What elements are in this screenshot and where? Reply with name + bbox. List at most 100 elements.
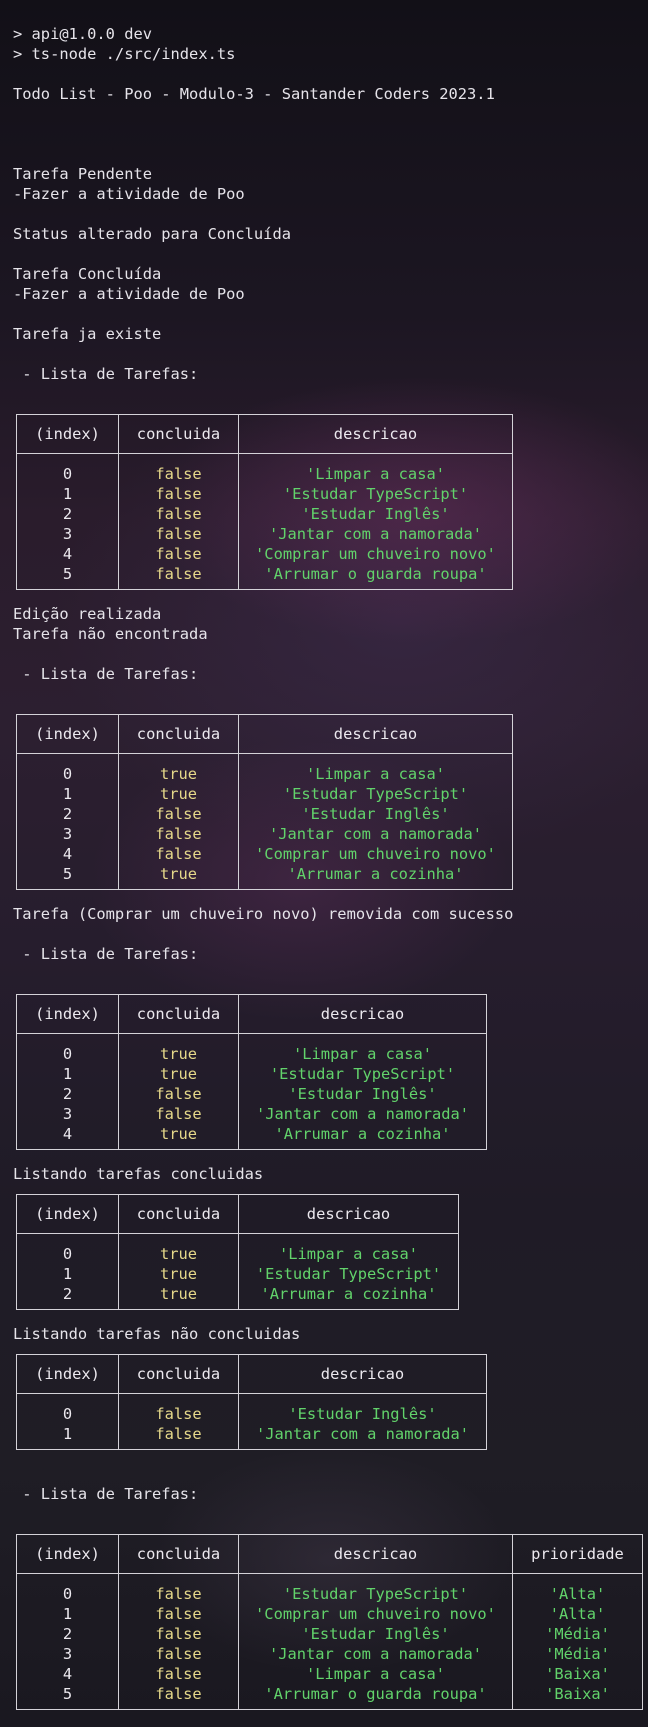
task-list-heading: - Lista de Tarefas: (13, 365, 199, 383)
priority-task-table: (index) concluida descricao prioridade 0 fals… (16, 1534, 643, 1710)
table-row: 1 true 'Estudar TypeScript' (17, 784, 513, 804)
cell-concluida: false (118, 1644, 239, 1664)
cell-descricao: 'Estudar Inglês' (238, 504, 513, 524)
cell-index: 2 (62, 505, 73, 523)
table-header-row: (index) concluida descricao (16, 1354, 487, 1394)
completed-task-table: (index) concluida descricao 0 true 'Limpar a … (16, 1194, 459, 1310)
cell-concluida: false (118, 504, 239, 524)
message-task-not-found: Tarefa não encontrada (13, 625, 208, 643)
cell-descricao: 'Comprar um chuveiro novo' (238, 544, 513, 564)
task-list-heading: - Lista de Tarefas: (13, 665, 199, 683)
cell-index: 1 (62, 1425, 73, 1443)
message-listing-pending: Listando tarefas não concluidas (13, 1325, 301, 1343)
table-row: 4 true 'Arrumar a cozinha' (17, 1124, 487, 1150)
column-header-index: (index) (16, 1354, 119, 1394)
cell-index: 1 (62, 485, 73, 503)
cell-index: 0 (62, 1045, 73, 1063)
cell-descricao: 'Arrumar a cozinha' (238, 864, 513, 890)
cell-concluida: true (118, 864, 239, 890)
cell-prioridade: 'Baixa' (512, 1664, 643, 1684)
table-row: 2 false 'Estudar Inglês' 'Média' (17, 1624, 643, 1644)
column-header-prioridade: prioridade (512, 1534, 643, 1574)
cell-descricao: 'Comprar um chuveiro novo' (238, 1604, 513, 1624)
cell-descricao: 'Limpar a casa' (238, 1233, 459, 1264)
cell-index: 1 (62, 785, 73, 803)
task-table: (index) concluida descricao 0 false 'Limpar a… (16, 414, 513, 590)
table-row: 4 false 'Limpar a casa' 'Baixa' (17, 1664, 643, 1684)
cell-concluida: false (118, 824, 239, 844)
cell-descricao: 'Estudar TypeScript' (238, 484, 513, 504)
table-row: 2 false 'Estudar Inglês' (17, 1084, 487, 1104)
task-list-heading: - Lista de Tarefas: (13, 945, 199, 963)
table-header-row: (index) concluida descricao prioridade (16, 1534, 643, 1574)
cell-index: 0 (62, 1585, 73, 1603)
cell-index: 4 (62, 1665, 73, 1683)
cell-descricao: 'Jantar com a namorada' (238, 1424, 487, 1450)
cell-index: 0 (62, 1405, 73, 1423)
table-row: 4 false 'Comprar um chuveiro novo' (17, 844, 513, 864)
message-listing-completed: Listando tarefas concluidas (13, 1165, 264, 1183)
column-header-descricao: descricao (238, 714, 513, 754)
cell-index: 5 (62, 1685, 73, 1703)
column-header-index: (index) (16, 1194, 119, 1234)
table-row: 0 true 'Limpar a casa' (17, 1233, 459, 1264)
table-row: 1 true 'Estudar TypeScript' (17, 1064, 487, 1084)
cell-index: 4 (62, 545, 73, 563)
message-edit-done: Edição realizada (13, 605, 162, 623)
column-header-index: (index) (16, 414, 119, 454)
cell-concluida: false (118, 1684, 239, 1710)
message-task-removed: Tarefa (Comprar um chuveiro novo) removi… (13, 905, 514, 923)
table-row: 3 false 'Jantar com a namorada' 'Média' (17, 1644, 643, 1664)
column-header-descricao: descricao (238, 1194, 459, 1234)
message-completed-item: -Fazer a atividade de Poo (13, 285, 245, 303)
cell-index: 1 (62, 1065, 73, 1083)
cell-descricao: 'Estudar TypeScript' (238, 1064, 487, 1084)
table-row: 0 false 'Estudar Inglês' (17, 1393, 487, 1424)
table-header-row: (index) concluida descricao (16, 414, 513, 454)
table-row: 1 false 'Comprar um chuveiro novo' 'Alta' (17, 1604, 643, 1624)
cell-index: 1 (62, 1265, 73, 1283)
cell-index: 5 (62, 565, 73, 583)
table-row: 0 true 'Limpar a casa' (17, 1033, 487, 1064)
cell-index: 2 (62, 805, 73, 823)
table-row: 5 true 'Arrumar a cozinha' (17, 864, 513, 890)
cell-descricao: 'Estudar Inglês' (238, 1393, 487, 1424)
column-header-descricao: descricao (238, 1534, 513, 1574)
cell-concluida: true (118, 1064, 239, 1084)
cell-concluida: false (118, 844, 239, 864)
message-task-exists: Tarefa ja existe (13, 325, 162, 343)
cell-descricao: 'Limpar a casa' (238, 753, 513, 784)
command-line-run: > ts-node ./src/index.ts (13, 45, 236, 63)
cell-index: 3 (62, 1645, 73, 1663)
table-row: 0 false 'Limpar a casa' (17, 453, 513, 484)
cell-descricao: 'Arrumar o guarda roupa' (238, 564, 513, 590)
column-header-descricao: descricao (238, 414, 513, 454)
table-header-row: (index) concluida descricao (16, 1194, 459, 1234)
cell-descricao: 'Estudar TypeScript' (238, 1264, 459, 1284)
cell-descricao: 'Jantar com a namorada' (238, 1104, 487, 1124)
cell-descricao: 'Arrumar o guarda roupa' (238, 1684, 513, 1710)
cell-concluida: false (118, 804, 239, 824)
task-table: (index) concluida descricao 0 true 'Limpar a … (16, 994, 487, 1150)
cell-concluida: true (118, 1124, 239, 1150)
cell-index: 2 (62, 1085, 73, 1103)
cell-index: 1 (62, 1605, 73, 1623)
column-header-index: (index) (16, 714, 119, 754)
cell-index: 0 (62, 1245, 73, 1263)
cell-index: 0 (62, 765, 73, 783)
column-header-concluida: concluida (118, 1354, 239, 1394)
cell-descricao: 'Comprar um chuveiro novo' (238, 844, 513, 864)
table-row: 1 false 'Estudar TypeScript' (17, 484, 513, 504)
cell-concluida: true (118, 1284, 239, 1310)
cell-concluida: true (118, 784, 239, 804)
cell-descricao: 'Arrumar a cozinha' (238, 1284, 459, 1310)
message-completed-task: Tarefa Concluída (13, 265, 162, 283)
cell-descricao: 'Arrumar a cozinha' (238, 1124, 487, 1150)
table-row: 2 true 'Arrumar a cozinha' (17, 1284, 459, 1310)
cell-concluida: false (118, 1624, 239, 1644)
task-table: (index) concluida descricao 0 true 'Limpar a … (16, 714, 513, 890)
cell-index: 4 (62, 845, 73, 863)
cell-prioridade: 'Alta' (512, 1604, 643, 1624)
cell-index: 3 (62, 1105, 73, 1123)
column-header-descricao: descricao (238, 1354, 487, 1394)
